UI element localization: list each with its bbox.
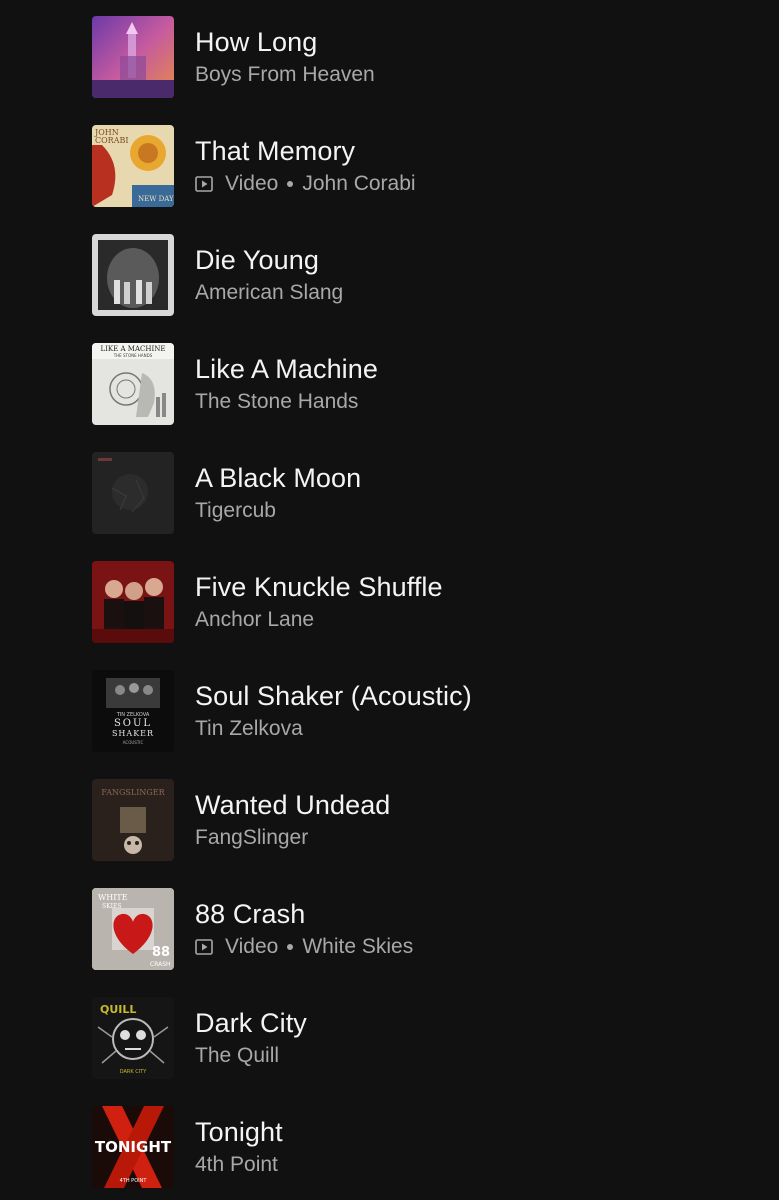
track-row-like-a-machine[interactable]: LIKE A MACHINE THE STONE HANDS Like A Ma… xyxy=(0,327,779,436)
album-art[interactable] xyxy=(92,561,174,643)
track-row-die-young[interactable]: Die Young American Slang xyxy=(0,218,779,327)
track-row-how-long[interactable]: How Long Boys From Heaven xyxy=(0,0,779,109)
artist-name[interactable]: The Stone Hands xyxy=(195,389,358,415)
track-row-soul-shaker[interactable]: TIN ZELKOVA SOUL SHAKER ACOUSTIC Soul Sh… xyxy=(0,654,779,763)
art-text: NEW DAY xyxy=(138,195,174,203)
track-subtitle: Tigercub xyxy=(195,498,276,524)
separator-dot xyxy=(287,944,294,950)
track-list: How Long Boys From Heaven JOHN CORABI NE… xyxy=(0,0,779,1200)
track-row-88-crash[interactable]: WHITE SKIES 88 CRASH 88 Crash Video Whit… xyxy=(0,872,779,981)
art-text: FANGSLINGER xyxy=(101,788,165,797)
track-row-tonight[interactable]: TONIGHT 4TH POINT Tonight 4th Point xyxy=(0,1090,779,1199)
track-subtitle: The Quill xyxy=(195,1043,279,1069)
track-title: Five Knuckle Shuffle xyxy=(195,572,443,602)
art-text: THE STONE HANDS xyxy=(113,353,153,358)
track-title: Wanted Undead xyxy=(195,790,391,820)
album-art[interactable]: WHITE SKIES 88 CRASH xyxy=(92,888,174,970)
art-text: TONIGHT xyxy=(95,1138,172,1156)
track-title: 88 Crash xyxy=(195,899,306,929)
artist-name[interactable]: FangSlinger xyxy=(195,825,308,851)
track-subtitle: 4th Point xyxy=(195,1152,278,1178)
album-art[interactable] xyxy=(92,16,174,98)
album-art[interactable]: LIKE A MACHINE THE STONE HANDS xyxy=(92,343,174,425)
artist-name[interactable]: Anchor Lane xyxy=(195,607,314,633)
album-art[interactable]: FANGSLINGER xyxy=(92,779,174,861)
album-art[interactable]: TIN ZELKOVA SOUL SHAKER ACOUSTIC xyxy=(92,670,174,752)
art-text: 88 xyxy=(152,945,170,960)
track-title: Dark City xyxy=(195,1008,307,1038)
track-subtitle: FangSlinger xyxy=(195,825,308,851)
album-art[interactable]: JOHN CORABI NEW DAY xyxy=(92,125,174,207)
art-text: WHITE xyxy=(98,893,128,902)
separator-dot xyxy=(287,181,294,187)
art-text: ACOUSTIC xyxy=(123,740,144,745)
track-row-that-memory[interactable]: JOHN CORABI NEW DAY That Memory Video Jo… xyxy=(0,109,779,218)
track-row-dark-city[interactable]: QUILL DARK CITY Dark City The Quill xyxy=(0,981,779,1090)
track-subtitle: The Stone Hands xyxy=(195,389,358,415)
artist-name[interactable]: Tin Zelkova xyxy=(195,716,303,742)
track-title: A Black Moon xyxy=(195,463,362,493)
art-text: DARK CITY xyxy=(120,1069,148,1075)
track-subtitle: Boys From Heaven xyxy=(195,62,375,88)
artist-name[interactable]: Boys From Heaven xyxy=(195,62,375,88)
art-text: 4TH POINT xyxy=(120,1178,148,1184)
track-title: Soul Shaker (Acoustic) xyxy=(195,681,472,711)
track-subtitle: Video White Skies xyxy=(195,934,413,960)
video-icon xyxy=(195,939,213,955)
artist-name[interactable]: John Corabi xyxy=(302,171,415,197)
art-text: SHAKER xyxy=(112,729,154,738)
art-text: QUILL xyxy=(100,1003,136,1016)
album-art[interactable] xyxy=(92,452,174,534)
album-art[interactable] xyxy=(92,234,174,316)
track-row-a-black-moon[interactable]: A Black Moon Tigercub xyxy=(0,436,779,545)
track-subtitle: Video John Corabi xyxy=(195,171,416,197)
artist-name[interactable]: 4th Point xyxy=(195,1152,278,1178)
track-subtitle: Tin Zelkova xyxy=(195,716,303,742)
album-art[interactable]: TONIGHT 4TH POINT xyxy=(92,1106,174,1188)
type-label: Video xyxy=(225,172,279,195)
track-title: Die Young xyxy=(195,245,320,275)
track-row-five-knuckle-shuffle[interactable]: Five Knuckle Shuffle Anchor Lane xyxy=(0,545,779,654)
track-title: That Memory xyxy=(195,136,356,166)
track-subtitle: Anchor Lane xyxy=(195,607,314,633)
art-text: CRASH xyxy=(150,961,171,968)
artist-name[interactable]: Tigercub xyxy=(195,498,276,524)
album-art[interactable]: QUILL DARK CITY xyxy=(92,997,174,1079)
art-text: LIKE A MACHINE xyxy=(101,345,166,353)
art-text: SOUL xyxy=(114,718,152,729)
art-text: CORABI xyxy=(95,136,129,145)
track-subtitle: American Slang xyxy=(195,280,343,306)
art-text: SKIES xyxy=(102,903,121,910)
track-title: How Long xyxy=(195,27,318,57)
artist-name[interactable]: American Slang xyxy=(195,280,343,306)
artist-name[interactable]: White Skies xyxy=(302,934,413,960)
video-icon xyxy=(195,176,213,192)
track-title: Tonight xyxy=(195,1117,283,1147)
type-label: Video xyxy=(225,935,279,958)
track-row-wanted-undead[interactable]: FANGSLINGER Wanted Undead FangSlinger xyxy=(0,763,779,872)
artist-name[interactable]: The Quill xyxy=(195,1043,279,1069)
track-title: Like A Machine xyxy=(195,354,379,384)
